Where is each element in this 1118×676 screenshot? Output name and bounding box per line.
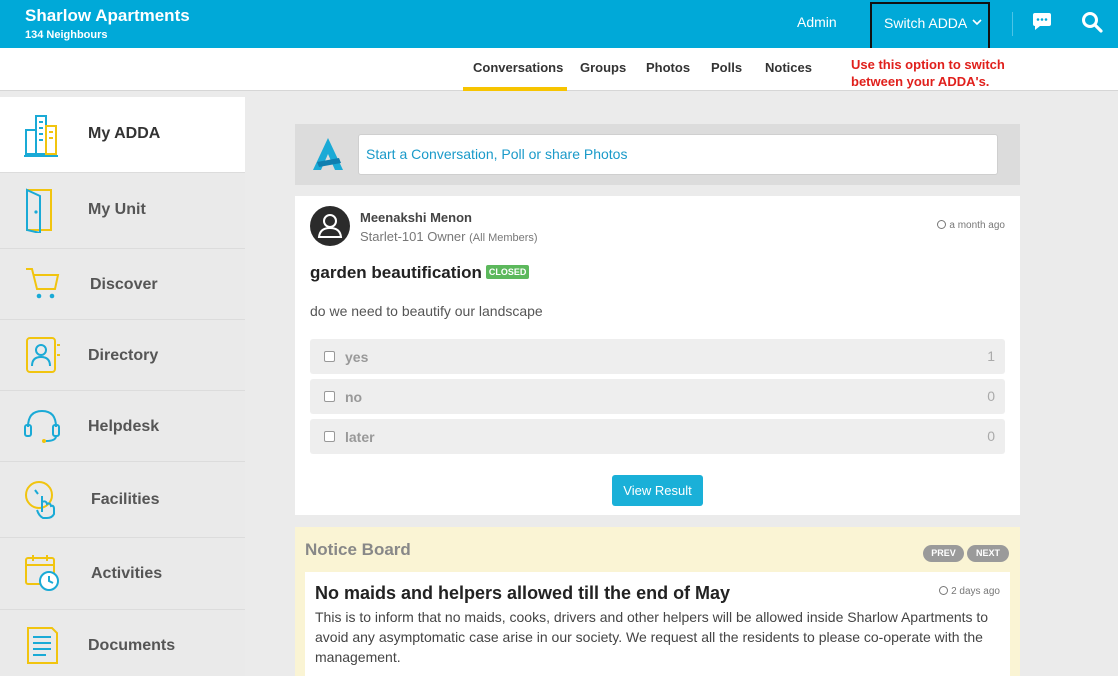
active-tab-indicator <box>463 87 567 91</box>
headset-icon <box>24 409 60 443</box>
hand-pointer-icon <box>25 481 55 519</box>
notice-time-text: 2 days ago <box>951 586 1000 597</box>
poll-title-text: garden beautification <box>310 263 482 282</box>
clock-icon <box>937 220 947 229</box>
checkbox[interactable] <box>324 431 335 442</box>
tab-groups[interactable]: Groups <box>580 60 626 75</box>
switch-hint-annotation: Use this option to switch between your A… <box>851 57 1005 89</box>
author-name[interactable]: Meenakshi Menon <box>360 210 472 225</box>
contact-book-icon <box>26 337 60 373</box>
sidebar-item-label: Documents <box>88 637 176 654</box>
community-name[interactable]: Sharlow Apartments <box>25 6 190 26</box>
clock-icon <box>939 586 949 595</box>
notice-body: This is to inform that no maids, cooks, … <box>315 609 989 665</box>
notice-board-title: Notice Board <box>305 540 411 559</box>
notice-card: No maids and helpers allowed till the en… <box>305 572 1010 676</box>
notice-time: 2 days ago <box>939 586 1000 597</box>
switch-adda-button[interactable]: Switch ADDA <box>870 2 990 50</box>
audience-label: (All Members) <box>469 232 538 244</box>
sidebar-item-my-unit[interactable]: My Unit <box>0 173 245 249</box>
cart-icon <box>26 268 60 299</box>
composer-panel: Start a Conversation, Poll or share Phot… <box>295 124 1020 185</box>
buildings-icon <box>24 115 58 157</box>
avatar[interactable] <box>310 206 350 246</box>
view-result-button[interactable]: View Result <box>612 475 703 506</box>
calendar-clock-icon <box>25 555 59 591</box>
tab-conversations[interactable]: Conversations <box>473 60 563 75</box>
document-icon <box>27 627 58 664</box>
prev-button[interactable]: PREV <box>923 545 964 562</box>
top-bar: Sharlow Apartments 134 Neighbours Admin … <box>0 0 1118 50</box>
tab-notices[interactable]: Notices <box>765 60 812 75</box>
sidebar-item-documents[interactable]: Documents <box>0 610 245 676</box>
tab-photos[interactable]: Photos <box>646 60 690 75</box>
sidebar-item-label: Activities <box>91 565 163 582</box>
header-divider <box>1012 12 1013 36</box>
sidebar-item-label: My Unit <box>88 201 146 218</box>
sidebar-item-label: Helpdesk <box>88 418 160 435</box>
sidebar-item-activities[interactable]: Activities <box>0 538 245 610</box>
poll-option-label: yes <box>345 349 369 365</box>
poll-description: do we need to beautify our landscape <box>310 303 543 319</box>
notice-headline[interactable]: No maids and helpers allowed till the en… <box>315 583 730 604</box>
adda-logo-icon <box>313 138 343 170</box>
admin-link[interactable]: Admin <box>797 14 837 30</box>
chat-icon[interactable] <box>1031 11 1053 33</box>
sidebar-item-label: My ADDA <box>88 125 161 142</box>
sub-navigation: Conversations Groups Photos Polls Notice… <box>0 48 1118 91</box>
door-icon <box>26 188 52 233</box>
poll-option-count: 0 <box>987 388 995 404</box>
author-meta: Starlet-101 Owner (All Members) <box>360 229 538 244</box>
notice-board: Notice Board PREV NEXT No maids and help… <box>295 527 1020 676</box>
post-time: a month ago <box>937 220 1005 231</box>
sidebar-item-directory[interactable]: Directory <box>0 320 245 391</box>
composer-input[interactable]: Start a Conversation, Poll or share Phot… <box>358 134 998 175</box>
sidebar: My ADDA My Unit Discover Directory Helpd… <box>0 97 245 676</box>
sidebar-item-facilities[interactable]: Facilities <box>0 462 245 538</box>
poll-option-label: no <box>345 389 363 405</box>
search-icon[interactable] <box>1081 11 1103 33</box>
checkbox[interactable] <box>324 351 335 362</box>
author-role: Starlet-101 Owner <box>360 229 466 244</box>
poll-option[interactable]: yes 1 <box>310 339 1005 374</box>
neighbours-count[interactable]: 134 Neighbours <box>25 29 108 41</box>
sidebar-item-label: Discover <box>90 276 158 293</box>
poll-title: garden beautification CLOSED <box>310 263 530 283</box>
sidebar-item-label: Facilities <box>91 491 160 508</box>
tab-polls[interactable]: Polls <box>711 60 742 75</box>
sidebar-item-discover[interactable]: Discover <box>0 249 245 320</box>
checkbox[interactable] <box>324 391 335 402</box>
poll-option-count: 1 <box>987 348 995 364</box>
poll-option[interactable]: later 0 <box>310 419 1005 454</box>
status-badge: CLOSED <box>485 265 530 279</box>
sidebar-item-my-adda[interactable]: My ADDA <box>0 97 245 173</box>
chevron-down-icon <box>972 19 982 26</box>
poll-option-count: 0 <box>987 428 995 444</box>
next-button[interactable]: NEXT <box>967 545 1009 562</box>
poll-option[interactable]: no 0 <box>310 379 1005 414</box>
sidebar-item-label: Directory <box>88 347 159 364</box>
post-time-text: a month ago <box>949 220 1005 231</box>
sidebar-item-helpdesk[interactable]: Helpdesk <box>0 391 245 462</box>
poll-option-label: later <box>345 429 375 445</box>
poll-card: Meenakshi Menon Starlet-101 Owner (All M… <box>295 196 1020 515</box>
switch-adda-label: Switch ADDA <box>884 15 968 31</box>
